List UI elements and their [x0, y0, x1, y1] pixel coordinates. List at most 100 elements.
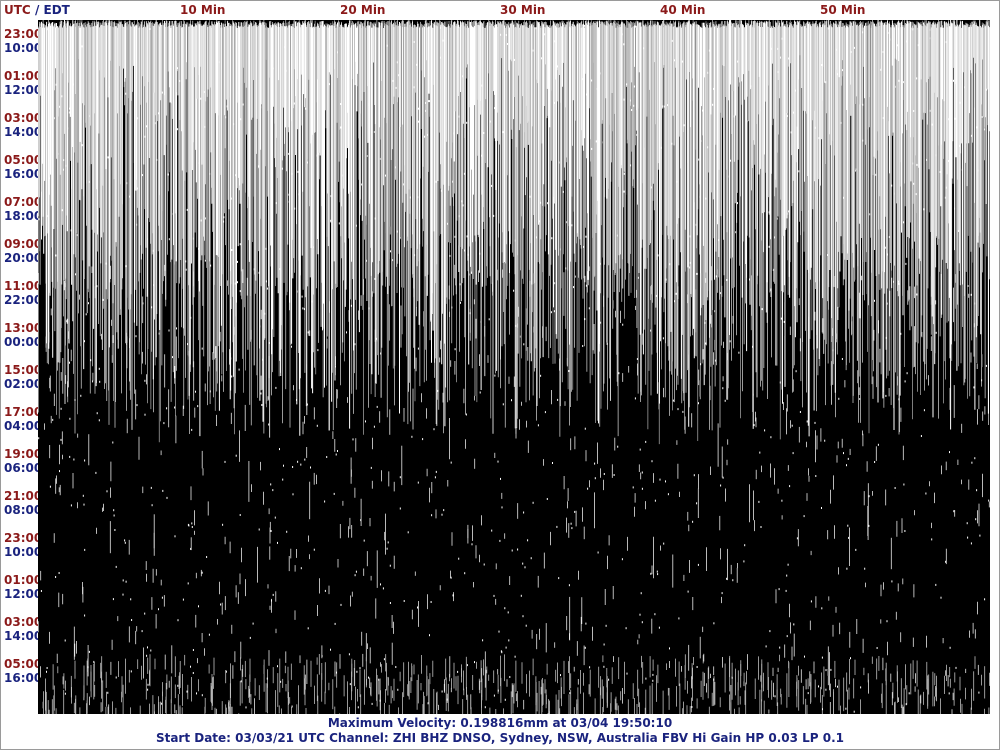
- trace-dot: [156, 158, 158, 161]
- trace-dot: [891, 580, 893, 583]
- trace-dot: [203, 91, 205, 93]
- trace-dot: [967, 536, 969, 539]
- trace-dot: [340, 103, 342, 105]
- trace-dot: [641, 621, 643, 624]
- trace-dot: [976, 126, 978, 129]
- trace-dot: [868, 495, 870, 498]
- trace-dot: [671, 142, 673, 145]
- trace-dot: [541, 57, 542, 60]
- trace-dot: [643, 47, 645, 50]
- minute-label: 40 Min: [660, 3, 706, 17]
- trace-dot: [806, 420, 808, 423]
- trace-dot: [900, 332, 902, 335]
- trace-dot: [949, 646, 951, 649]
- trace-dot: [827, 254, 828, 256]
- trace-dot: [493, 594, 495, 597]
- trace-dot: [814, 126, 816, 129]
- trace-dot: [799, 411, 801, 413]
- utc-row-label: 01:00: [4, 573, 43, 587]
- trace-dot: [380, 583, 381, 586]
- trace-dot: [40, 590, 42, 592]
- trace-dot: [630, 99, 632, 102]
- trace-dot: [374, 217, 376, 220]
- trace-dot: [714, 359, 716, 362]
- trace-dot: [137, 117, 139, 120]
- trace-dot: [784, 132, 786, 135]
- trace-dot: [641, 487, 643, 490]
- trace-dot: [778, 588, 780, 591]
- trace-dot: [376, 405, 378, 408]
- trace-dot: [152, 249, 154, 252]
- trace-dot: [461, 200, 463, 203]
- trace-dot: [586, 93, 587, 96]
- trace-dot: [417, 481, 419, 484]
- trace-dot: [136, 404, 138, 407]
- trace-dot: [571, 224, 573, 227]
- trace-dot: [431, 514, 433, 517]
- trace-dot: [392, 79, 394, 82]
- trace-dot: [226, 105, 228, 108]
- trace-dot: [151, 306, 153, 309]
- trace-dot: [913, 182, 915, 185]
- trace-dot: [465, 413, 467, 416]
- trace-dot: [223, 216, 225, 219]
- trace-dot: [442, 39, 444, 42]
- trace-dot: [272, 489, 274, 492]
- trace-dot: [500, 33, 502, 36]
- trace-dot: [177, 67, 178, 70]
- trace-dot: [359, 667, 361, 670]
- trace-dot: [761, 308, 763, 311]
- trace-dot: [623, 98, 625, 101]
- trace-dot: [617, 445, 619, 448]
- trace-dot: [949, 451, 950, 454]
- trace-dot: [916, 293, 918, 296]
- trace-dot: [768, 211, 770, 214]
- trace-dot: [532, 501, 534, 504]
- trace-dot: [398, 74, 400, 77]
- trace-dot: [828, 27, 830, 30]
- trace-dot: [209, 172, 211, 175]
- trace-dot: [74, 399, 76, 401]
- trace-dot: [770, 436, 772, 439]
- trace-dot: [285, 81, 287, 84]
- trace-dot: [814, 421, 816, 424]
- trace-dot: [726, 279, 728, 281]
- trace-dot: [633, 104, 635, 107]
- trace-dot: [280, 680, 282, 683]
- trace-dot: [902, 81, 904, 84]
- trace-dot: [862, 139, 864, 142]
- trace-dot: [93, 660, 95, 663]
- trace-dot: [270, 530, 272, 532]
- trace-dot: [513, 58, 515, 61]
- trace-dot: [107, 691, 109, 694]
- trace-dot: [65, 164, 67, 167]
- trace-dot: [354, 343, 356, 346]
- trace-dot: [454, 348, 456, 351]
- trace-dot: [260, 392, 262, 395]
- trace-dot: [47, 28, 49, 31]
- trace-dot: [787, 563, 789, 566]
- trace-dot: [718, 239, 720, 242]
- trace-dot: [974, 457, 976, 460]
- trace-dot: [597, 551, 599, 554]
- trace-dot: [568, 370, 570, 372]
- trace-dot: [501, 651, 503, 654]
- trace-dot: [380, 352, 382, 355]
- trace-dot: [862, 103, 864, 106]
- trace-dot: [559, 161, 561, 164]
- trace-dot: [885, 336, 887, 339]
- trace-dot: [687, 590, 689, 593]
- trace-dot: [72, 83, 74, 86]
- trace-dot: [874, 461, 876, 463]
- trace-dot: [984, 598, 986, 601]
- trace-dot: [98, 367, 100, 370]
- trace-dot: [47, 215, 49, 218]
- trace-dot: [179, 80, 181, 82]
- trace-dot: [640, 592, 642, 595]
- trace-dot: [176, 327, 177, 330]
- trace-dot: [770, 47, 772, 50]
- trace-dot: [54, 117, 56, 120]
- trace-dot: [258, 165, 260, 168]
- trace-dot: [413, 86, 415, 89]
- local-row-label: 02:00: [4, 377, 43, 391]
